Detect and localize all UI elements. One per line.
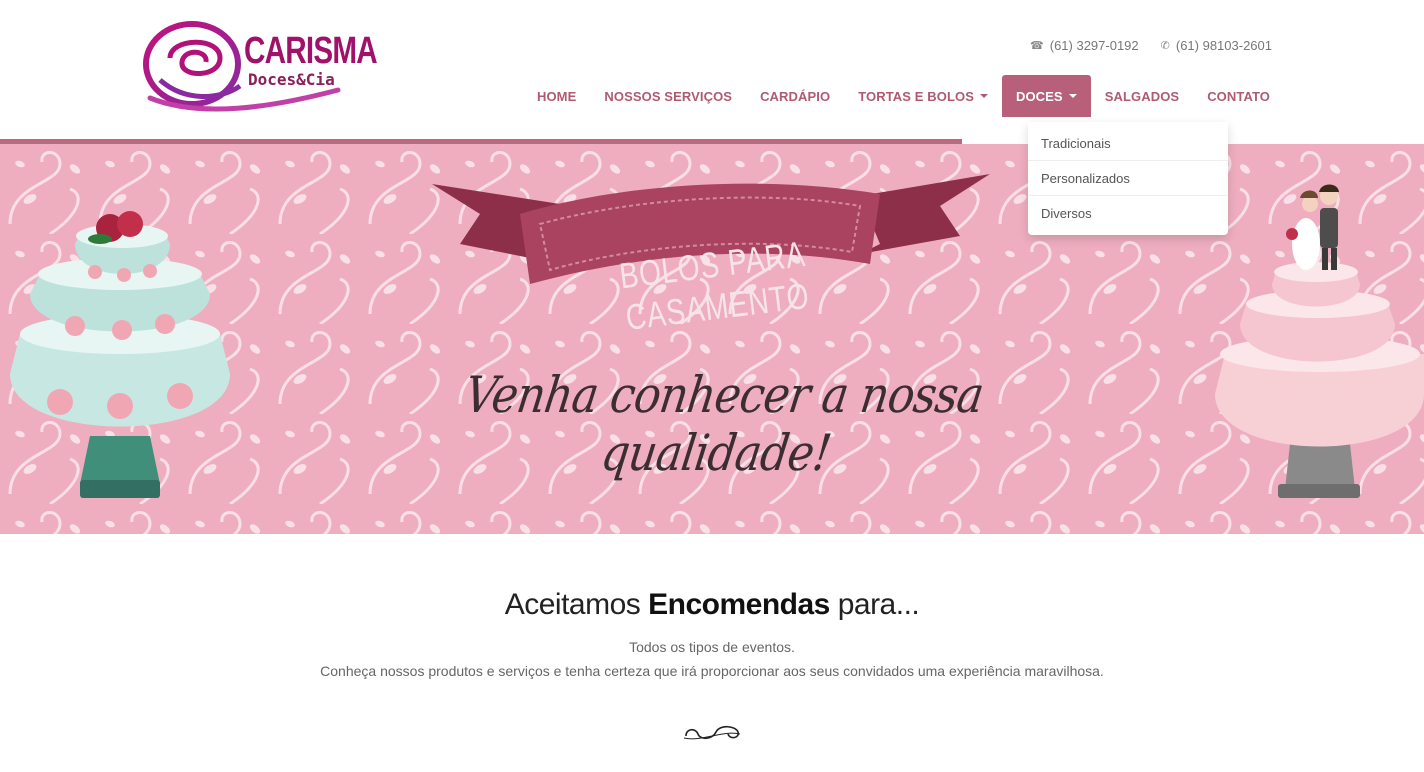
headline-pre: Aceitamos xyxy=(504,588,649,621)
phone-icon: ☎ xyxy=(1030,40,1044,52)
doces-dropdown-menu: Tradicionais Personalizados Diversos xyxy=(1028,122,1228,235)
flourish-divider-icon xyxy=(683,725,741,740)
nav-home-label: HOME xyxy=(536,88,577,104)
nav-doces-label: DOCES xyxy=(1015,88,1063,104)
dropdown-item-diversos[interactable]: Diversos xyxy=(1028,196,1228,231)
nav-contato-label: CONTATO xyxy=(1207,88,1270,104)
intro-line-2: Conheça nossos produtos e serviços e ten… xyxy=(320,663,1104,679)
phone-number: (61) 3297-0192 xyxy=(1049,38,1139,53)
nav-doces[interactable]: DOCES xyxy=(1001,75,1091,117)
nav-contato[interactable]: CONTATO xyxy=(1193,75,1284,117)
nav-tortas-e-bolos[interactable]: TORTAS E BOLOS xyxy=(844,75,1002,117)
whatsapp-number: (61) 98103-2601 xyxy=(1175,38,1272,53)
main-nav: HOME NOSSOS SERVIÇOS CARDÁPIO TORTAS E B… xyxy=(523,75,1284,117)
nav-tortas-label: TORTAS E BOLOS xyxy=(858,88,974,104)
section-headline: Aceitamos Encomendas para... xyxy=(0,588,1424,622)
brand-name: CARISMA xyxy=(244,30,378,72)
nav-salgados[interactable]: SALGADOS xyxy=(1091,75,1193,117)
banner-tagline: Venha conhecer a nossa qualidade! xyxy=(461,366,987,482)
caret-down-icon xyxy=(1068,94,1077,98)
brand-subtitle: Doces&Cia xyxy=(248,70,335,89)
nav-cardapio[interactable]: CARDÁPIO xyxy=(746,75,844,117)
dropdown-item-personalizados[interactable]: Personalizados xyxy=(1028,161,1228,196)
site-header: CARISMA Doces&Cia ☎ (61) 3297-0192 ✆ (61… xyxy=(0,0,1424,140)
headline-bold: Encomendas xyxy=(648,588,830,621)
contact-bar: ☎ (61) 3297-0192 ✆ (61) 98103-2601 xyxy=(1030,38,1272,53)
nav-nossos-servicos[interactable]: NOSSOS SERVIÇOS xyxy=(590,75,746,117)
whatsapp-icon: ✆ xyxy=(1160,40,1170,52)
nav-servicos-label: NOSSOS SERVIÇOS xyxy=(604,88,733,104)
nav-cardapio-label: CARDÁPIO xyxy=(760,88,831,104)
headline-post: para... xyxy=(829,588,920,621)
dropdown-item-tradicionais[interactable]: Tradicionais xyxy=(1028,126,1228,161)
nav-home[interactable]: HOME xyxy=(523,75,590,117)
brand-logo[interactable]: CARISMA Doces&Cia xyxy=(140,18,378,118)
caret-down-icon xyxy=(979,94,988,98)
nav-salgados-label: SALGADOS xyxy=(1104,88,1180,104)
phone-contact[interactable]: ☎ (61) 3297-0192 xyxy=(1030,38,1139,53)
whatsapp-contact[interactable]: ✆ (61) 98103-2601 xyxy=(1161,38,1272,53)
intro-line-1: Todos os tipos de eventos. xyxy=(629,639,795,655)
